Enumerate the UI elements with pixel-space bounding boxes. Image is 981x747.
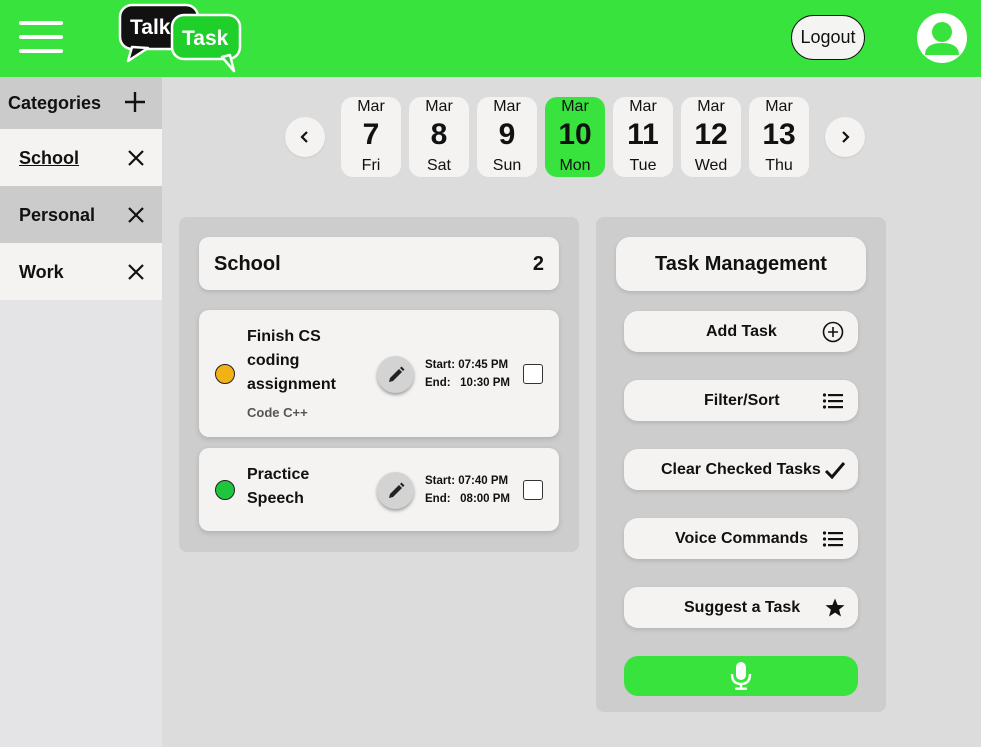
category-label: Personal [19,205,96,225]
chevron-right-icon [842,131,850,143]
sidebar-item-work[interactable]: Work [0,243,162,300]
date-day: 10 [558,118,592,151]
button-label: Clear Checked Tasks [661,461,821,478]
date-weekday: Fri [361,157,381,174]
microphone-icon [730,662,752,690]
task-list-header: School 2 [199,237,559,290]
date-month: Mar [425,98,453,115]
date-card[interactable]: Mar 7 Fri [341,97,401,177]
start-time: 07:40 PM [458,475,509,487]
edit-task-button[interactable] [377,472,414,509]
date-day: 13 [762,118,796,151]
date-card[interactable]: Mar 9 Sun [477,97,537,177]
end-time: 08:00 PM [460,493,511,505]
categories-sidebar: Categories School Personal Work [0,77,162,747]
task-name: Finish CS coding assignment [247,328,336,393]
date-month: Mar [493,98,521,115]
button-label: Add Task [706,323,777,340]
date-weekday: Tue [629,157,657,174]
task-times: Start: 07:45 PM End: 10:30 PM [425,356,510,392]
delete-category-icon[interactable] [128,150,144,166]
task-card[interactable]: Practice Speech Start: 07:40 PM End: 08:… [199,448,559,531]
microphone-button[interactable] [624,656,858,696]
priority-indicator [215,480,235,500]
start-label: Start: [425,475,456,487]
date-weekday: Thu [765,157,793,174]
edit-task-button[interactable] [377,356,414,393]
next-week-button[interactable] [825,117,865,157]
date-day: 9 [498,118,516,151]
clear-checked-tasks-button[interactable]: Clear Checked Tasks [624,449,858,490]
date-day: 7 [362,118,380,151]
button-label: Suggest a Task [684,599,801,616]
task-name: Practice Speech [247,466,310,507]
top-bar: Talk Task Logout [0,0,981,77]
task-subtitle: Code C++ [247,405,308,420]
list-icon [822,393,843,409]
previous-week-button[interactable] [285,117,325,157]
button-label: Filter/Sort [704,392,780,409]
list-icon [822,531,843,547]
date-day: 12 [694,118,728,151]
date-weekday: Sat [426,157,451,174]
categories-title: Categories [8,93,102,113]
category-label: School [19,148,80,168]
task-management-title: Task Management [616,237,866,291]
task-checkbox[interactable] [523,364,543,384]
date-card[interactable]: Mar 13 Thu [749,97,809,177]
button-label: Voice Commands [675,530,809,547]
menu-icon[interactable] [19,21,63,53]
delete-category-icon[interactable] [128,264,144,280]
date-month: Mar [697,98,725,115]
date-month: Mar [561,98,589,115]
task-list-title: School [214,253,281,275]
checkmark-icon [824,462,846,480]
end-label: End: [425,377,451,389]
plus-circle-icon [822,321,844,343]
add-task-button[interactable]: Add Task [624,311,858,352]
chevron-left-icon [300,131,308,143]
date-weekday: Mon [559,157,591,174]
end-time: 10:30 PM [460,377,511,389]
date-weekday: Wed [694,157,728,174]
pencil-icon [388,366,404,382]
categories-header: Categories [0,77,162,129]
logo-text-top: Talk [130,16,171,39]
date-card[interactable]: Mar 11 Tue [613,97,673,177]
delete-category-icon[interactable] [128,207,144,223]
sidebar-item-personal[interactable]: Personal [0,186,162,243]
start-time: 07:45 PM [458,359,509,371]
date-day: 8 [430,118,448,151]
task-count: 2 [532,253,544,275]
category-label: Work [19,262,64,282]
start-label: Start: [425,359,456,371]
date-month: Mar [765,98,793,115]
task-times: Start: 07:40 PM End: 08:00 PM [425,472,510,508]
add-category-icon[interactable] [124,91,146,113]
task-card[interactable]: Finish CS coding assignment Code C++ Sta… [199,310,559,437]
logo-text-bottom: Task [182,27,229,50]
end-label: End: [425,493,451,505]
sidebar-item-school[interactable]: School [0,129,162,186]
user-avatar-icon[interactable] [917,13,967,63]
date-card-selected[interactable]: Mar 10 Mon [545,97,605,177]
logout-button[interactable]: Logout [791,15,865,60]
talktask-logo: Talk Task [118,3,242,73]
task-checkbox[interactable] [523,480,543,500]
filter-sort-button[interactable]: Filter/Sort [624,380,858,421]
date-month: Mar [629,98,657,115]
pencil-icon [388,482,404,498]
date-card[interactable]: Mar 12 Wed [681,97,741,177]
voice-commands-button[interactable]: Voice Commands [624,518,858,559]
date-weekday: Sun [492,157,522,174]
priority-indicator [215,364,235,384]
star-icon [825,598,845,617]
date-day: 11 [627,118,659,151]
suggest-task-button[interactable]: Suggest a Task [624,587,858,628]
date-month: Mar [357,98,385,115]
date-card[interactable]: Mar 8 Sat [409,97,469,177]
